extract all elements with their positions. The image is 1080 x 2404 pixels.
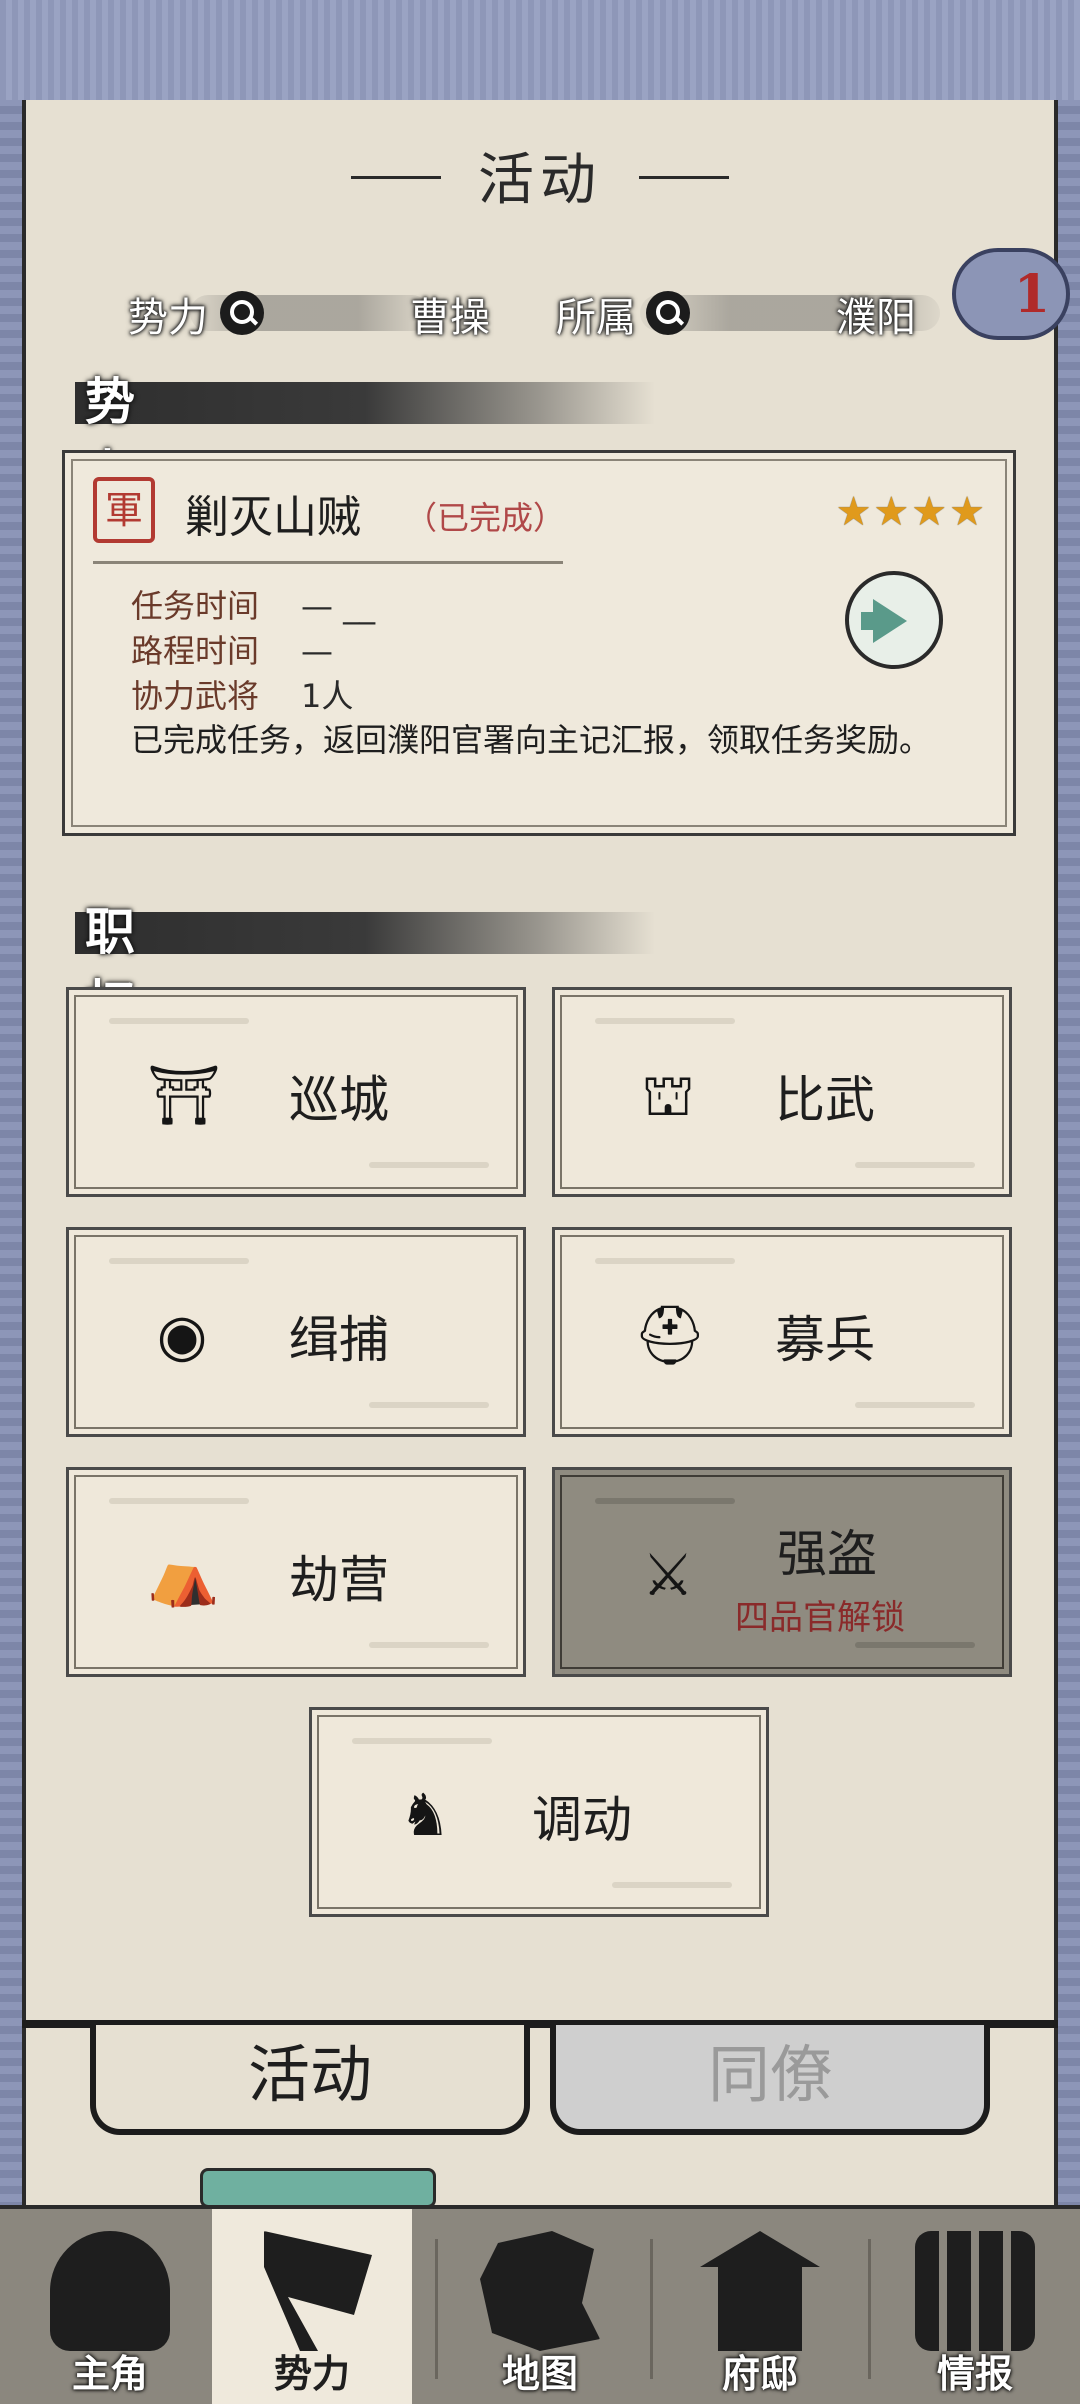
bandit-button-locked[interactable]: ⚔ 强盗 四品官解锁 <box>552 1467 1012 1677</box>
star-rating: ★★★★ <box>835 489 987 535</box>
task-status: （已完成） <box>405 499 566 537</box>
nav-mansion[interactable]: 府邸 <box>660 2209 860 2404</box>
duty-label: 缉捕 <box>289 1311 389 1369</box>
cloud-deco <box>595 1258 735 1264</box>
task-row: 任务时间 — __ <box>131 581 375 626</box>
faction-search-icon[interactable] <box>220 291 264 335</box>
task-row-key: 协力武将 <box>131 677 260 715</box>
nav-intel[interactable]: 情报 <box>875 2209 1075 2404</box>
task-row: 协力武将 1人 <box>131 671 375 716</box>
badge-count: 1 <box>1013 264 1050 325</box>
crossed-swords-icon: ⚔ <box>642 1541 694 1609</box>
nav-protagonist[interactable]: 主角 <box>10 2209 210 2404</box>
duty-label: 募兵 <box>775 1311 875 1369</box>
nav-faction[interactable]: 势力 <box>212 2209 412 2404</box>
faction-label: 势力 <box>128 295 208 341</box>
flag-icon <box>264 2231 372 2351</box>
recruit-soldiers-button[interactable]: ⛑ 募兵 <box>552 1227 1012 1437</box>
duty-label: 调动 <box>532 1791 632 1849</box>
raid-camp-button[interactable]: ⛺ 劫营 <box>66 1467 526 1677</box>
nav-separator <box>868 2239 871 2379</box>
cloud-deco <box>369 1642 489 1648</box>
mansion-icon <box>700 2231 820 2351</box>
unlock-requirement: 四品官解锁 <box>735 1598 905 1638</box>
cloud-deco <box>109 1018 249 1024</box>
cloud-deco <box>109 1258 249 1264</box>
nav-separator <box>650 2239 653 2379</box>
camp-tents-icon: ⛺ <box>147 1541 220 1609</box>
cloud-deco <box>595 1498 735 1504</box>
cloud-deco <box>369 1402 489 1408</box>
task-card[interactable]: 軍 剿灭山贼 （已完成） ★★★★ 任务时间 — __ 路程时间 — 协力武将 1人 … <box>62 450 1016 836</box>
task-details: 任务时间 — __ 路程时间 — 协力武将 1人 <box>131 581 375 716</box>
transfer-button[interactable]: ♞ 调动 <box>309 1707 769 1917</box>
active-tab-scroll-decor <box>200 2168 436 2208</box>
top-decor-band <box>0 0 1080 106</box>
tab-colleagues[interactable]: 同僚 <box>550 2025 990 2135</box>
task-row-key: 路程时间 <box>131 632 260 670</box>
tab-activities[interactable]: 活动 <box>90 2025 530 2135</box>
arrest-seal-icon: ◉ <box>156 1301 208 1369</box>
army-seal-icon: 軍 <box>93 477 155 543</box>
arena-gate-icon: ⛫ <box>641 1061 695 1129</box>
scrolls-icon <box>915 2231 1035 2351</box>
nav-label: 府邸 <box>721 2352 798 2396</box>
task-row-value: — <box>301 632 333 670</box>
info-bar: 势力 曹操 所属 濮阳 <box>110 285 960 343</box>
notification-cloud-badge[interactable]: 1 <box>952 248 1070 340</box>
nav-separator <box>435 2239 438 2379</box>
belong-label: 所属 <box>556 295 636 341</box>
cloud-deco <box>369 1162 489 1168</box>
nav-label: 地图 <box>501 2352 578 2396</box>
left-decor-band <box>0 100 22 2210</box>
warrior-icon <box>50 2231 170 2351</box>
cloud-deco <box>352 1738 492 1744</box>
task-description: 已完成任务，返回濮阳官署向主记汇报，领取任务奖励。 <box>131 721 932 759</box>
belong-value: 濮阳 <box>836 295 916 341</box>
title-divider <box>93 561 563 564</box>
soldier-helmet-icon: ⛑ <box>633 1301 707 1369</box>
duty-label: 巡城 <box>289 1071 389 1129</box>
task-row: 路程时间 — <box>131 626 375 671</box>
nav-map[interactable]: 地图 <box>440 2209 640 2404</box>
cloud-deco <box>109 1498 249 1504</box>
cloud-deco <box>595 1018 735 1024</box>
patrol-city-button[interactable]: ⛩ 巡城 <box>66 987 526 1197</box>
duty-label: 比武 <box>775 1071 875 1129</box>
right-decor-band <box>1058 100 1080 2210</box>
nav-label: 情报 <box>936 2352 1013 2396</box>
nav-label: 势力 <box>273 2352 350 2396</box>
bottom-nav: 主角 势力 地图 府邸 情报 <box>0 2205 1080 2404</box>
duty-label: 强盗 <box>777 1525 877 1583</box>
cloud-deco <box>855 1642 975 1648</box>
arrest-button[interactable]: ◉ 缉捕 <box>66 1227 526 1437</box>
nav-label: 主角 <box>71 2352 148 2396</box>
page-title: 活动 <box>350 135 730 216</box>
task-title: 剿灭山贼 <box>185 492 361 543</box>
arrow-head <box>873 599 907 643</box>
go-arrow-button[interactable] <box>845 571 943 669</box>
martial-contest-button[interactable]: ⛫ 比武 <box>552 987 1012 1197</box>
cloud-deco <box>855 1402 975 1408</box>
chariot-icon: ♞ <box>399 1781 451 1849</box>
duty-label: 劫营 <box>289 1551 389 1609</box>
brush-stroke <box>75 912 655 954</box>
task-row-value: — __ <box>301 587 376 625</box>
task-row-value: 1人 <box>301 677 354 715</box>
city-gate-icon: ⛩ <box>147 1061 221 1129</box>
cloud-deco <box>612 1882 732 1888</box>
belong-search-icon[interactable] <box>646 291 690 335</box>
map-icon <box>480 2231 600 2351</box>
brush-stroke <box>75 382 655 424</box>
faction-value: 曹操 <box>410 295 490 341</box>
cloud-deco <box>855 1162 975 1168</box>
task-row-key: 任务时间 <box>131 587 260 625</box>
